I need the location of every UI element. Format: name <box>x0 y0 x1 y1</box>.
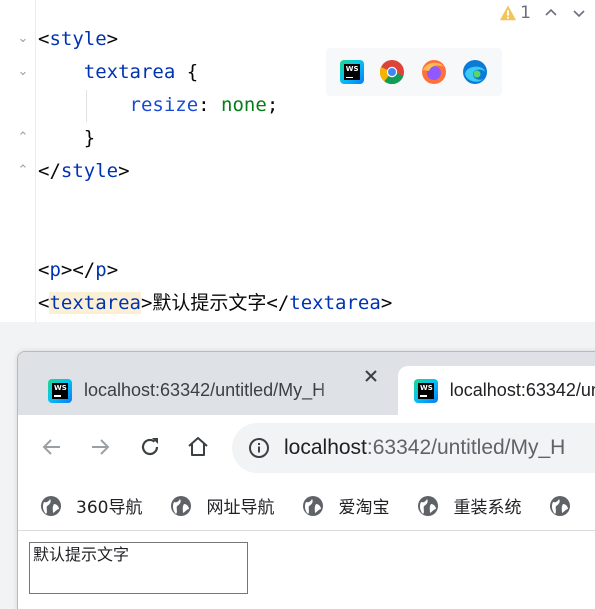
code-token: p <box>49 259 61 281</box>
code-token: { <box>175 61 199 83</box>
code-token: style <box>49 28 107 50</box>
code-line[interactable]: <p></p> <box>38 256 118 284</box>
globe-icon <box>418 495 439 516</box>
code-token: > <box>106 28 119 50</box>
browser-toolbar: localhost:63342/untitled/My_H <box>18 415 595 481</box>
code-token: textarea <box>289 292 381 314</box>
code-token: </ <box>38 160 61 182</box>
warning-icon <box>500 5 517 21</box>
code-token: : <box>198 94 222 116</box>
bookmark-item-partial[interactable] <box>549 495 585 517</box>
code-token: >默认提示文字</ <box>140 292 290 314</box>
tab-title: localhost:63342/untitled/My_H <box>84 380 326 400</box>
code-token: < <box>38 28 50 50</box>
globe-icon <box>303 495 324 516</box>
info-icon[interactable] <box>248 437 270 459</box>
bookmark-label: 360导航 <box>76 498 143 518</box>
code-token: none <box>221 94 267 116</box>
code-line[interactable]: <style> <box>38 25 118 53</box>
code-line[interactable]: <textarea>默认提示文字</textarea> <box>38 289 392 317</box>
globe-icon <box>171 495 192 516</box>
code-token: > <box>106 259 119 281</box>
browser-window: WS localhost:63342/untitled/My_H WS loca… <box>17 351 595 609</box>
globe-icon <box>550 495 571 516</box>
code-token: p <box>95 259 107 281</box>
webstorm-icon: WS <box>414 378 438 403</box>
page-viewport: 默认提示文字 <box>18 531 595 609</box>
code-token: textarea <box>49 292 141 314</box>
browser-preview-popup: WS <box>326 48 502 96</box>
code-token: textarea <box>83 61 176 83</box>
gutter-divider <box>35 0 36 322</box>
fold-marker-style[interactable]: ⌄ <box>16 32 30 46</box>
tab-title: localhost:63342/untitled/My_H <box>449 380 595 400</box>
code-token: > <box>118 160 130 182</box>
next-highlight-icon[interactable] <box>571 5 587 21</box>
code-token: < <box>38 259 50 281</box>
bookmark-label: 重装系统 <box>453 498 522 518</box>
address-path: :63342/untitled/My_H <box>366 436 566 459</box>
code-token: ></ <box>60 259 96 281</box>
bookmark-item[interactable]: 网址导航 <box>170 493 274 518</box>
tab-strip: WS localhost:63342/untitled/My_H WS loca… <box>18 352 595 415</box>
inspection-widget[interactable]: 1 <box>499 2 587 24</box>
code-token: > <box>380 292 393 314</box>
code-token: } <box>38 127 96 149</box>
edge-icon[interactable] <box>462 59 488 85</box>
forward-icon[interactable] <box>88 435 112 459</box>
bookmark-item[interactable]: 360导航 <box>40 493 142 518</box>
code-token: < <box>38 292 50 314</box>
bookmarks-bar: 360导航 网址导航 爱淘宝 重装系统 <box>18 481 595 531</box>
globe-icon <box>41 495 61 516</box>
home-icon[interactable] <box>186 435 210 459</box>
warning-count: 1 <box>520 3 531 23</box>
code-line[interactable]: resize: none; <box>38 91 279 119</box>
page-textarea[interactable]: 默认提示文字 <box>29 542 248 594</box>
address-bar[interactable]: localhost:63342/untitled/My_H <box>232 423 595 473</box>
bookmark-label: 爱淘宝 <box>338 498 390 518</box>
fold-end-style[interactable]: ⌃ <box>16 164 30 178</box>
previous-highlight-icon[interactable] <box>543 5 559 21</box>
fold-end-textarea[interactable]: ⌃ <box>16 131 30 145</box>
bookmark-item[interactable]: 重装系统 <box>417 493 521 518</box>
webstorm-icon: WS <box>48 378 72 403</box>
tab-inactive[interactable]: WS localhost:63342/untitled/My_H <box>18 366 396 415</box>
bookmark-item[interactable]: 爱淘宝 <box>302 493 389 518</box>
close-icon[interactable] <box>362 366 380 386</box>
chrome-icon[interactable] <box>379 59 405 85</box>
fold-marker-textarea[interactable]: ⌄ <box>16 65 30 79</box>
code-token: resize <box>129 94 199 116</box>
code-line[interactable]: </style> <box>38 157 130 185</box>
back-icon[interactable] <box>40 435 64 459</box>
code-line[interactable]: } <box>38 124 95 152</box>
code-editor[interactable]: ⌄ ⌄ ⌃ ⌃ <style> textarea { resize: none;… <box>0 0 595 322</box>
code-line[interactable]: textarea { <box>38 58 198 86</box>
tab-active[interactable]: WS localhost:63342/untitled/My_H <box>398 366 595 415</box>
reload-icon[interactable] <box>138 435 162 459</box>
address-host: localhost <box>284 436 367 459</box>
firefox-icon[interactable] <box>421 59 447 85</box>
webstorm-icon[interactable]: WS <box>339 60 364 84</box>
bookmark-label: 网址导航 <box>206 498 275 518</box>
code-token: style <box>60 160 119 182</box>
code-token: ; <box>266 94 279 116</box>
